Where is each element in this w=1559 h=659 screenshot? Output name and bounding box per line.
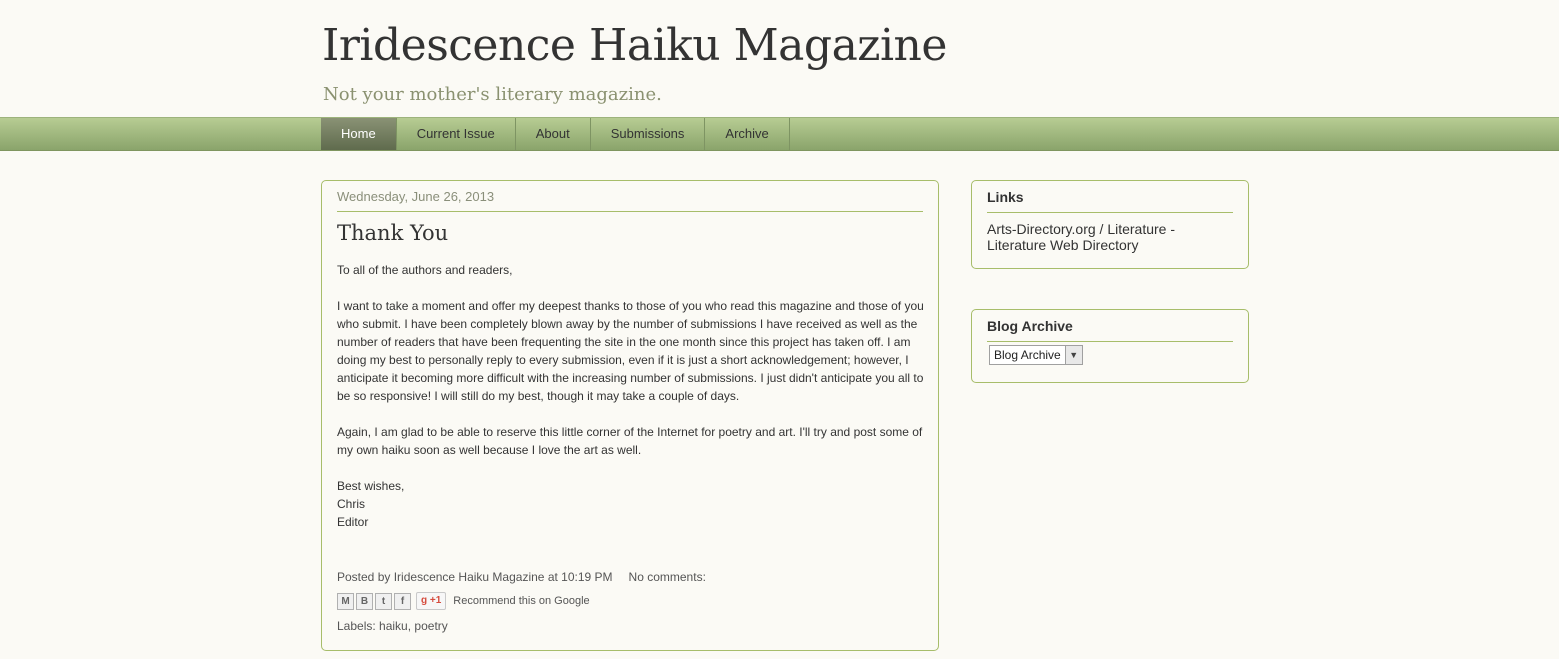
post-author-link[interactable]: Iridescence Haiku Magazine [394, 570, 545, 584]
blog-archive-select[interactable]: Blog Archive ▼ [989, 345, 1083, 365]
twitter-icon[interactable]: t [375, 592, 392, 610]
post-container: Wednesday, June 26, 2013 Thank You To al… [321, 180, 939, 651]
tab-about[interactable]: About [516, 118, 591, 150]
post-footer: Posted by Iridescence Haiku Magazine at … [337, 570, 927, 633]
blogger-icon[interactable]: B [356, 592, 373, 610]
posted-by-label: Posted by [337, 570, 391, 584]
blog-description: Not your mother's literary magazine. [323, 84, 662, 105]
labels-prefix: Labels: [337, 619, 376, 633]
blog-archive-widget: Blog Archive Blog Archive ▼ [971, 309, 1249, 383]
links-item[interactable]: Arts-Directory.org / Literature - Litera… [987, 221, 1233, 253]
links-widget-title: Links [987, 189, 1233, 213]
post-time-link[interactable]: 10:19 PM [561, 570, 612, 584]
tab-current-issue[interactable]: Current Issue [397, 118, 516, 150]
post-date: Wednesday, June 26, 2013 [337, 189, 923, 212]
blog-archive-select-value: Blog Archive [994, 348, 1061, 362]
label-link-haiku[interactable]: haiku [379, 619, 408, 633]
post-paragraph: To all of the authors and readers, [337, 263, 513, 277]
share-buttons: M B t f g +1 Recommend this on Google [337, 592, 927, 610]
post-byline: Posted by Iridescence Haiku Magazine at … [337, 570, 613, 584]
post-signoff: Best wishes, Chris Editor [337, 477, 927, 531]
google-plusone-button[interactable]: g +1 [416, 592, 447, 610]
post-labels: Labels: haiku, poetry [337, 619, 448, 633]
tab-archive[interactable]: Archive [705, 118, 790, 150]
nav-bar: Home Current Issue About Submissions Arc… [0, 117, 1559, 151]
blog-title[interactable]: Iridescence Haiku Magazine [322, 16, 947, 76]
blog-archive-title: Blog Archive [987, 318, 1233, 342]
links-widget: Links Arts-Directory.org / Literature - … [971, 180, 1249, 269]
chevron-down-icon[interactable]: ▼ [1064, 346, 1082, 364]
recommend-text: Recommend this on Google [453, 595, 590, 607]
signoff-line: Best wishes, [337, 479, 405, 493]
post-meta: Posted by Iridescence Haiku Magazine at … [337, 570, 927, 584]
post-paragraph: I want to take a moment and offer my dee… [337, 299, 924, 403]
blog-header: Iridescence Haiku Magazine Not your moth… [322, 16, 947, 105]
post-title[interactable]: Thank You [337, 221, 448, 245]
at-label: at [547, 570, 558, 584]
signoff-line: Chris [337, 497, 366, 511]
signoff-line: Editor [337, 515, 369, 529]
nav-tabs: Home Current Issue About Submissions Arc… [321, 118, 790, 150]
comments-link[interactable]: No comments: [629, 570, 706, 584]
email-icon[interactable]: M [337, 592, 354, 610]
google-plus-icon: g [421, 595, 428, 606]
post-body: To all of the authors and readers, I wan… [337, 261, 927, 531]
post-paragraph: Again, I am glad to be able to reserve t… [337, 425, 923, 457]
facebook-icon[interactable]: f [394, 592, 411, 610]
label-link-poetry[interactable]: poetry [414, 619, 447, 633]
tab-submissions[interactable]: Submissions [591, 118, 706, 150]
plusone-label: +1 [429, 595, 442, 606]
tab-home[interactable]: Home [321, 118, 397, 150]
